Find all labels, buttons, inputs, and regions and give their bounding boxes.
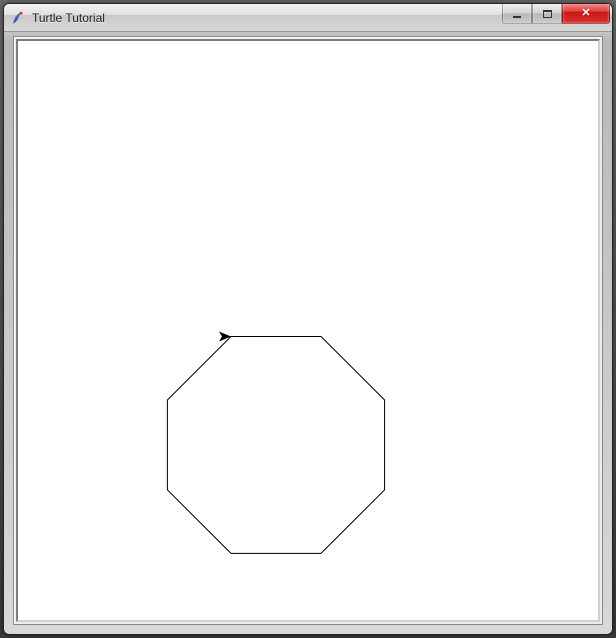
window-controls: ✕ [502, 4, 610, 24]
minimize-button[interactable] [502, 4, 532, 24]
turtle-cursor-icon [219, 331, 231, 341]
minimize-icon [513, 16, 521, 18]
window-title: Turtle Tutorial [32, 11, 105, 25]
title-bar[interactable]: Turtle Tutorial ✕ [4, 4, 612, 32]
tk-feather-icon [10, 10, 26, 26]
application-window: Turtle Tutorial ✕ [3, 3, 613, 635]
octagon-path [167, 336, 384, 553]
client-area [13, 36, 603, 625]
close-button[interactable]: ✕ [562, 4, 610, 24]
turtle-canvas[interactable] [18, 41, 598, 620]
maximize-icon [543, 10, 552, 18]
canvas-frame [16, 39, 600, 622]
close-icon: ✕ [581, 8, 590, 19]
maximize-button[interactable] [532, 4, 562, 24]
